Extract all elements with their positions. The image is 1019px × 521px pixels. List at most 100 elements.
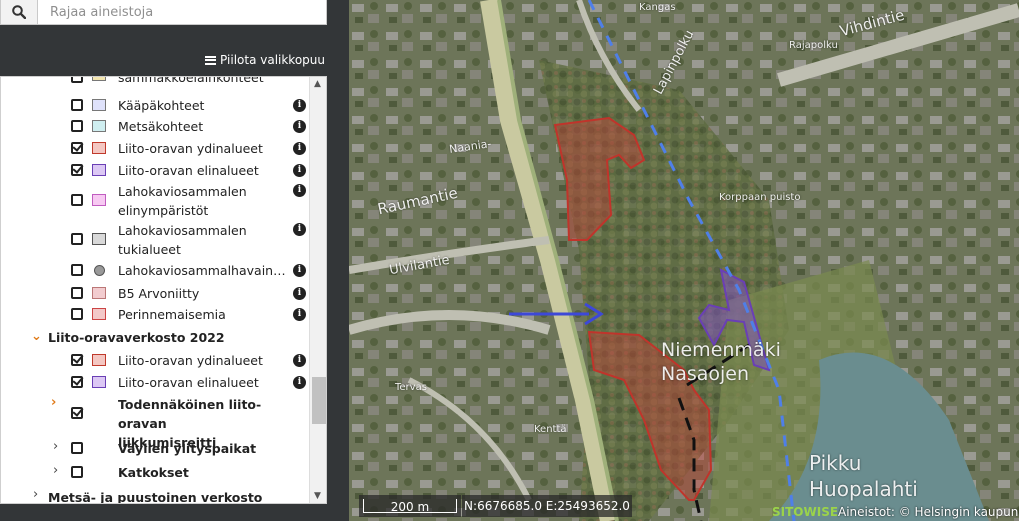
layer-checkbox[interactable] bbox=[71, 77, 83, 83]
layer-swatch bbox=[92, 287, 106, 299]
info-icon[interactable]: i bbox=[293, 184, 306, 197]
layer-checkbox[interactable] bbox=[71, 442, 83, 454]
list-icon bbox=[205, 55, 217, 65]
layer-checkbox[interactable] bbox=[71, 120, 83, 132]
map-label: Kangas bbox=[639, 2, 676, 13]
layer-swatch bbox=[92, 120, 106, 132]
search-bar bbox=[0, 0, 327, 25]
layer-checkbox[interactable] bbox=[71, 194, 83, 206]
map-view[interactable]: Lapinpolku Vihdintie Rajapolku Kangas Na… bbox=[349, 0, 1019, 521]
subgroup-row[interactable]: › Väylien ylityspaikat bbox=[1, 439, 307, 459]
chevron-right-icon[interactable]: › bbox=[53, 439, 58, 454]
layer-checkbox[interactable] bbox=[71, 376, 83, 388]
info-icon[interactable]: i bbox=[293, 223, 306, 236]
hide-tree-button[interactable]: Piilota valikkopuu bbox=[205, 53, 325, 67]
subgroup-label: Katkokset bbox=[118, 465, 189, 480]
layer-checkbox[interactable] bbox=[71, 233, 83, 245]
layer-label: Liito-oravan ydinalueet bbox=[118, 141, 263, 156]
map-label: Tervas bbox=[395, 382, 427, 393]
chevron-down-icon[interactable]: ⌄ bbox=[31, 329, 42, 344]
layer-label: Lahokaviosammalen elinympäristöt bbox=[118, 184, 247, 218]
layer-row[interactable]: Lahokaviosammalhavain… i bbox=[1, 261, 307, 281]
info-icon[interactable]: i bbox=[293, 308, 306, 321]
layer-swatch bbox=[94, 265, 105, 276]
layer-row[interactable]: Lahokaviosammalen tukialueet i bbox=[1, 221, 307, 259]
layer-checkbox[interactable] bbox=[71, 308, 83, 320]
layer-row[interactable]: Perinnemaisemia i bbox=[1, 305, 307, 325]
layer-label: Kääpäkohteet bbox=[118, 98, 205, 113]
layer-label: Liito-oravan elinalueet bbox=[118, 375, 259, 390]
layer-label: Liito-oravan ydinalueet bbox=[118, 353, 263, 368]
info-icon[interactable]: i bbox=[293, 120, 306, 133]
group-label[interactable]: Liito-oravaverkosto 2022 bbox=[48, 328, 225, 347]
layer-row[interactable]: B5 Arvoniitty i bbox=[1, 284, 307, 304]
attribution: Aineistot: © Helsingin kaupunki bbox=[838, 505, 1019, 519]
layer-label: B5 Arvoniitty bbox=[118, 286, 200, 301]
layer-swatch bbox=[92, 142, 106, 154]
info-icon[interactable]: i bbox=[293, 164, 306, 177]
chevron-right-icon[interactable]: › bbox=[51, 395, 56, 410]
layer-row[interactable]: sammakkoeläinkohteet bbox=[1, 76, 307, 90]
layer-checkbox[interactable] bbox=[71, 142, 83, 154]
map-label: Korppaan puisto bbox=[719, 192, 801, 203]
scale-bar: 200 m bbox=[359, 495, 461, 517]
scroll-thumb[interactable] bbox=[312, 377, 326, 424]
layer-row[interactable]: Lahokaviosammalen elinympäristöt i bbox=[1, 182, 307, 220]
chevron-right-icon[interactable]: › bbox=[53, 463, 58, 478]
layer-label: Metsäkohteet bbox=[118, 119, 204, 134]
layer-swatch bbox=[92, 164, 106, 176]
layer-checkbox[interactable] bbox=[71, 407, 83, 419]
layer-swatch bbox=[92, 77, 106, 81]
layer-swatch bbox=[92, 99, 106, 111]
map-label: Kenttä bbox=[534, 424, 567, 435]
coordinate-readout: N:6676685.0 E:25493652.0 bbox=[462, 495, 632, 517]
layer-label: Perinnemaisemia bbox=[118, 307, 226, 322]
brand-logo: SITOWISE bbox=[772, 505, 839, 519]
group-label[interactable]: Metsä- ja puustoinen verkosto bbox=[48, 488, 262, 503]
layer-row[interactable]: Liito-oravan elinalueet i bbox=[1, 373, 307, 393]
map-label: Niemenmäki Nasaojen bbox=[661, 339, 781, 385]
subgroup-row[interactable]: › Katkokset bbox=[1, 463, 307, 483]
layer-swatch bbox=[92, 233, 106, 245]
scroll-down-icon[interactable]: ▼ bbox=[314, 491, 321, 501]
subgroup-label: Väylien ylityspaikat bbox=[118, 441, 257, 456]
info-icon[interactable]: i bbox=[293, 354, 306, 367]
layer-label: sammakkoeläinkohteet bbox=[118, 76, 264, 85]
map-label: Pikku Huopalahti bbox=[809, 451, 918, 501]
layer-tree: sammakkoeläinkohteet Kääpäkohteet i Mets… bbox=[0, 76, 327, 504]
layer-swatch bbox=[92, 354, 106, 366]
layer-checkbox[interactable] bbox=[71, 264, 83, 276]
layer-checkbox[interactable] bbox=[71, 354, 83, 366]
layer-row[interactable]: Liito-oravan elinalueet i bbox=[1, 161, 307, 181]
layer-checkbox[interactable] bbox=[71, 466, 83, 478]
layer-row[interactable]: Kääpäkohteet i bbox=[1, 96, 307, 116]
layer-checkbox[interactable] bbox=[71, 99, 83, 111]
layer-swatch bbox=[92, 308, 106, 320]
scrollbar[interactable]: ▲ ▼ bbox=[309, 77, 326, 503]
search-icon bbox=[12, 5, 26, 19]
layer-row[interactable]: Liito-oravan ydinalueet i bbox=[1, 351, 307, 371]
info-icon[interactable]: i bbox=[293, 99, 306, 112]
search-button[interactable] bbox=[0, 0, 38, 25]
scale-bar-line bbox=[363, 499, 457, 513]
map-label: Rajapolku bbox=[789, 40, 838, 51]
layer-row[interactable]: Liito-oravan ydinalueet i bbox=[1, 139, 307, 159]
layer-checkbox[interactable] bbox=[71, 164, 83, 176]
layer-checkbox[interactable] bbox=[71, 287, 83, 299]
scroll-up-icon[interactable]: ▲ bbox=[314, 79, 321, 89]
layer-swatch bbox=[92, 376, 106, 388]
info-icon[interactable]: i bbox=[293, 264, 306, 277]
info-icon[interactable]: i bbox=[293, 287, 306, 300]
layer-label: Liito-oravan elinalueet bbox=[118, 163, 259, 178]
subgroup-row[interactable]: › Todennäköinen liito-oravan liikkumisre… bbox=[1, 395, 307, 450]
info-icon[interactable]: i bbox=[293, 142, 306, 155]
layer-label: Lahokaviosammalen tukialueet bbox=[118, 223, 247, 257]
search-input[interactable] bbox=[38, 0, 327, 25]
chevron-right-icon[interactable]: › bbox=[33, 487, 38, 502]
layer-label: Lahokaviosammalhavain… bbox=[118, 263, 286, 278]
layer-panel: Piilota valikkopuu sammakkoeläinkohteet … bbox=[0, 0, 349, 521]
hide-tree-label: Piilota valikkopuu bbox=[220, 53, 325, 67]
layer-row[interactable]: Metsäkohteet i bbox=[1, 117, 307, 137]
info-icon[interactable]: i bbox=[293, 376, 306, 389]
layer-swatch bbox=[92, 194, 106, 206]
